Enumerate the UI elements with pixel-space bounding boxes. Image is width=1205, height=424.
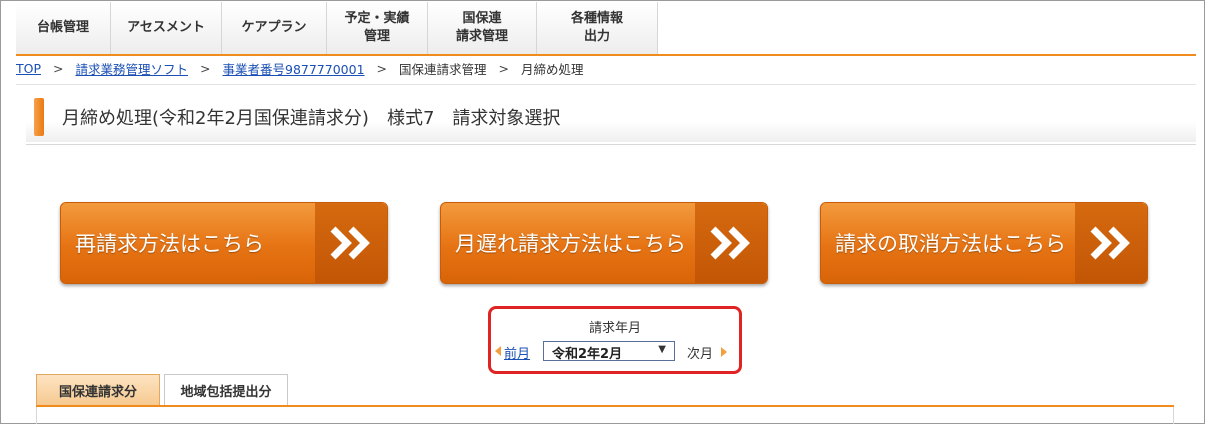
double-chevron-right-icon — [315, 203, 387, 283]
billing-month-controls: 前月 令和2年2月 ▼ 次月 — [495, 341, 735, 363]
nav-claim-management[interactable]: 国保連 請求管理 — [428, 2, 537, 54]
billing-month-value: 令和2年2月 — [552, 347, 623, 362]
rebill-guide-label: 再請求方法はこちら — [75, 232, 264, 256]
late-bill-guide-button[interactable]: 月遅れ請求方法はこちら — [440, 202, 768, 284]
title-accent-bar — [34, 98, 44, 136]
breadcrumb-claim-management: 国保連請求管理 — [399, 61, 487, 77]
prev-month-link[interactable]: 前月 — [504, 343, 530, 362]
billing-month-selector: 請求年月 前月 令和2年2月 ▼ 次月 — [488, 306, 742, 374]
breadcrumb-separator: > — [376, 60, 388, 76]
title-divider — [26, 144, 1196, 145]
breadcrumb-office-link[interactable]: 事業者番号9877770001 — [223, 59, 365, 78]
page-title: 月締め処理(令和2年2月国保連請求分) 様式7 請求対象選択 — [62, 108, 561, 129]
breadcrumb-current: 月締め処理 — [521, 61, 584, 77]
nav-assessment[interactable]: アセスメント — [111, 2, 222, 54]
breadcrumb-top-link[interactable]: TOP — [16, 61, 41, 76]
tab-content-panel — [36, 407, 1174, 424]
late-bill-guide-label: 月遅れ請求方法はこちら — [455, 232, 686, 256]
nav-careplan[interactable]: ケアプラン — [222, 2, 327, 54]
page-title-bar: 月締め処理(令和2年2月国保連請求分) 様式7 請求対象選択 — [26, 96, 1196, 142]
breadcrumb-separator: > — [498, 60, 510, 76]
triangle-left-icon — [495, 346, 501, 356]
nav-ledger[interactable]: 台帳管理 — [16, 2, 111, 54]
nav-info-output[interactable]: 各種情報 出力 — [537, 2, 658, 54]
cancel-bill-guide-label: 請求の取消方法はこちら — [835, 232, 1066, 256]
double-chevron-right-icon — [1075, 203, 1147, 283]
main-nav: 台帳管理 アセスメント ケアプラン 予定・実績 管理 国保連 請求管理 各種情報… — [16, 2, 1196, 56]
breadcrumb: TOP > 請求業務管理ソフト > 事業者番号9877770001 > 国保連請… — [16, 58, 584, 78]
double-chevron-right-icon — [695, 203, 767, 283]
triangle-right-icon — [721, 347, 727, 357]
breadcrumb-separator: > — [53, 60, 64, 76]
breadcrumb-divider — [16, 84, 1196, 85]
breadcrumb-separator: > — [200, 60, 211, 76]
breadcrumb-software-link[interactable]: 請求業務管理ソフト — [76, 59, 189, 78]
dropdown-arrow-icon: ▼ — [658, 344, 666, 355]
nav-schedule-actuals[interactable]: 予定・実績 管理 — [327, 2, 428, 54]
billing-month-select[interactable]: 令和2年2月 ▼ — [543, 341, 675, 362]
billing-month-title: 請求年月 — [588, 321, 641, 336]
tab-regional-submission[interactable]: 地域包括提出分 — [164, 374, 288, 406]
cancel-bill-guide-button[interactable]: 請求の取消方法はこちら — [820, 202, 1148, 284]
next-month-link[interactable]: 次月 — [687, 343, 713, 362]
rebill-guide-button[interactable]: 再請求方法はこちら — [60, 202, 388, 284]
tab-kokuhoren-claim[interactable]: 国保連請求分 — [36, 374, 160, 406]
